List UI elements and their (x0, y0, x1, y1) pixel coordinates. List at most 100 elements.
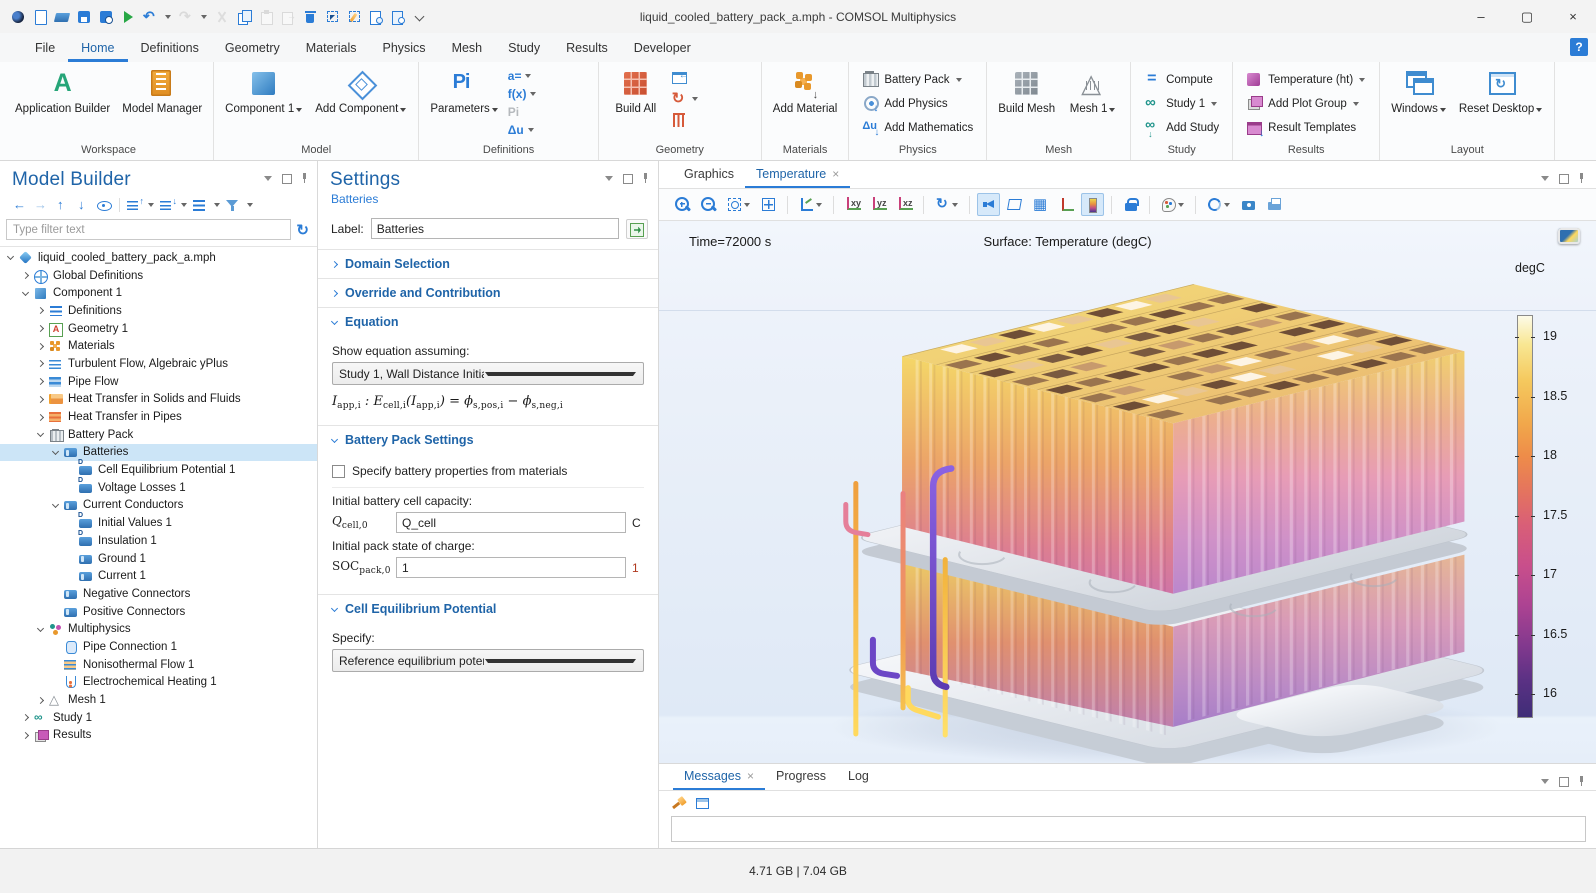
tree-item-batteries[interactable]: Batteries (0, 444, 317, 462)
ribbon-small-u[interactable]: Δu (508, 123, 590, 137)
save-search-icon[interactable] (98, 9, 114, 25)
tree-item-global-definitions[interactable]: Global Definitions (0, 267, 317, 285)
ribbon-small-a[interactable]: a= (508, 69, 590, 83)
panel-float-icon[interactable] (1558, 776, 1568, 786)
collapse-icon[interactable] (126, 197, 143, 213)
tree-item-study-1[interactable]: Study 1 (0, 709, 317, 727)
new-file-icon[interactable] (32, 9, 48, 25)
redo-icon[interactable] (178, 9, 194, 25)
tree-item-multiphysics[interactable]: Multiphysics (0, 620, 317, 638)
menu-materials[interactable]: Materials (293, 33, 370, 62)
collapse-icon[interactable] (36, 625, 43, 632)
refresh-icon[interactable]: ↻ (296, 221, 309, 239)
chevron-down-icon[interactable] (692, 97, 698, 101)
chevron-down-icon[interactable] (214, 203, 220, 207)
node-text-icon[interactable] (192, 197, 209, 213)
tree-item-mesh-1[interactable]: Mesh 1 (0, 691, 317, 709)
chevron-down-icon[interactable] (1536, 108, 1542, 112)
tree-item-pipe-connection-1[interactable]: Pipe Connection 1 (0, 638, 317, 656)
chevron-down-icon[interactable] (296, 108, 302, 112)
chevron-down-icon[interactable] (816, 203, 822, 207)
tree-item-definitions[interactable]: Definitions (0, 302, 317, 320)
select-frame-icon[interactable] (324, 9, 340, 25)
tree-item-heat-transfer-in-pipes[interactable]: Heat Transfer in Pipes (0, 408, 317, 426)
duplicate-icon[interactable] (280, 9, 296, 25)
tree-item-turbulent-flow-algebraic-yplus[interactable]: Turbulent Flow, Algebraic yPlus (0, 355, 317, 373)
ribbon-small-pi[interactable]: Pi (508, 105, 590, 119)
open-file-icon[interactable] (54, 9, 70, 25)
tree-item-insulation-1[interactable]: Insulation 1 (0, 532, 317, 550)
ribbon-button-add-plot-group[interactable]: Add Plot Group (1243, 93, 1369, 114)
expand-icon[interactable] (36, 360, 43, 367)
capacity-input[interactable] (396, 512, 626, 533)
ribbon-button-application-builder[interactable]: Application Builder (10, 65, 115, 142)
expand-icon[interactable] (21, 714, 28, 721)
collapse-icon[interactable] (36, 430, 43, 437)
rename-icon[interactable] (626, 219, 648, 239)
ribbon-small-f-x[interactable]: f(x) (508, 87, 590, 101)
chevron-down-icon[interactable] (1211, 102, 1217, 106)
print-button[interactable] (1263, 193, 1286, 216)
expand-icon[interactable] (36, 343, 43, 350)
chevron-down-icon[interactable] (744, 203, 750, 207)
ribbon-button-mesh-1[interactable]: Mesh 1 (1062, 65, 1124, 142)
color-legend-button[interactable] (1081, 193, 1104, 216)
ribbon-button-reset-desktop[interactable]: Reset Desktop (1454, 65, 1548, 142)
zoom-box-button[interactable] (723, 193, 754, 216)
expand-icon[interactable] (36, 413, 43, 420)
chevron-down-icon[interactable] (956, 78, 962, 82)
delete-icon[interactable] (302, 9, 318, 25)
tree-item-component-1[interactable]: Component 1 (0, 284, 317, 302)
environment-button[interactable] (1203, 193, 1234, 216)
tab-temperature[interactable]: Temperature× (745, 161, 850, 188)
panel-pin-icon[interactable] (1576, 776, 1586, 786)
nav-forward-icon[interactable] (33, 197, 50, 213)
menu-mesh[interactable]: Mesh (439, 33, 496, 62)
tree-item-materials[interactable]: Materials (0, 337, 317, 355)
menu-geometry[interactable]: Geometry (212, 33, 293, 62)
cep-specify-dropdown[interactable]: Reference equilibrium potential and temp… (332, 649, 644, 672)
maximize-button[interactable]: ▢ (1504, 0, 1550, 33)
collapse-icon[interactable] (6, 253, 13, 260)
expand-icon[interactable] (159, 197, 176, 213)
chevron-down-icon[interactable] (1353, 102, 1359, 106)
ribbon-button-build-mesh[interactable]: Build Mesh (993, 65, 1060, 142)
section-battery-pack-settings[interactable]: Battery Pack Settings (318, 425, 658, 454)
close-button[interactable]: × (1550, 0, 1596, 33)
collapse-icon[interactable] (51, 501, 58, 508)
menu-home[interactable]: Home (68, 33, 127, 62)
tree-item-initial-values-1[interactable]: Initial Values 1 (0, 514, 317, 532)
section-cell-equilibrium-potential[interactable]: Cell Equilibrium Potential (318, 594, 658, 623)
tab-graphics[interactable]: Graphics (673, 161, 745, 188)
chevron-down-icon[interactable] (530, 92, 536, 96)
help-button[interactable]: ? (1570, 38, 1588, 56)
tree-item-battery-pack[interactable]: Battery Pack (0, 426, 317, 444)
ribbon-button-battery-pack[interactable]: Battery Pack (859, 69, 976, 90)
ribbon-button-compute[interactable]: Compute (1141, 69, 1222, 90)
panel-menu-icon[interactable] (1540, 776, 1550, 786)
tree-item-heat-transfer-in-solids-and-fluids[interactable]: Heat Transfer in Solids and Fluids (0, 391, 317, 409)
ribbon-small-virtual-ops[interactable] (671, 111, 753, 128)
ribbon-button-component-1[interactable]: Component 1 (220, 65, 308, 142)
run-icon[interactable] (120, 9, 136, 25)
chevron-down-icon[interactable] (148, 203, 154, 207)
tree-filter-input[interactable] (6, 219, 291, 240)
expand-icon[interactable] (21, 272, 28, 279)
expand-icon[interactable] (36, 307, 43, 314)
chevron-down-icon[interactable] (400, 108, 406, 112)
tree-item-pipe-flow[interactable]: Pipe Flow (0, 373, 317, 391)
panel-pin-icon[interactable] (640, 173, 650, 183)
tree-item-nonisothermal-flow-1[interactable]: Nonisothermal Flow 1 (0, 656, 317, 674)
tree-item-positive-connectors[interactable]: Positive Connectors (0, 603, 317, 621)
chevron-down-icon[interactable] (528, 128, 534, 132)
more-commands-icon[interactable] (412, 9, 428, 25)
chevron-down-icon[interactable] (1440, 108, 1446, 112)
show-icon[interactable] (96, 197, 113, 213)
move-down-icon[interactable] (75, 197, 92, 213)
tree-item-liquid-cooled-battery-pack-a-mph[interactable]: liquid_cooled_battery_pack_a.mph (0, 249, 317, 267)
chevron-down-icon[interactable] (165, 15, 171, 19)
chevron-down-icon[interactable] (1224, 203, 1230, 207)
ribbon-small-import[interactable] (671, 69, 753, 86)
view-yz-button[interactable] (867, 193, 890, 216)
menu-developer[interactable]: Developer (621, 33, 704, 62)
